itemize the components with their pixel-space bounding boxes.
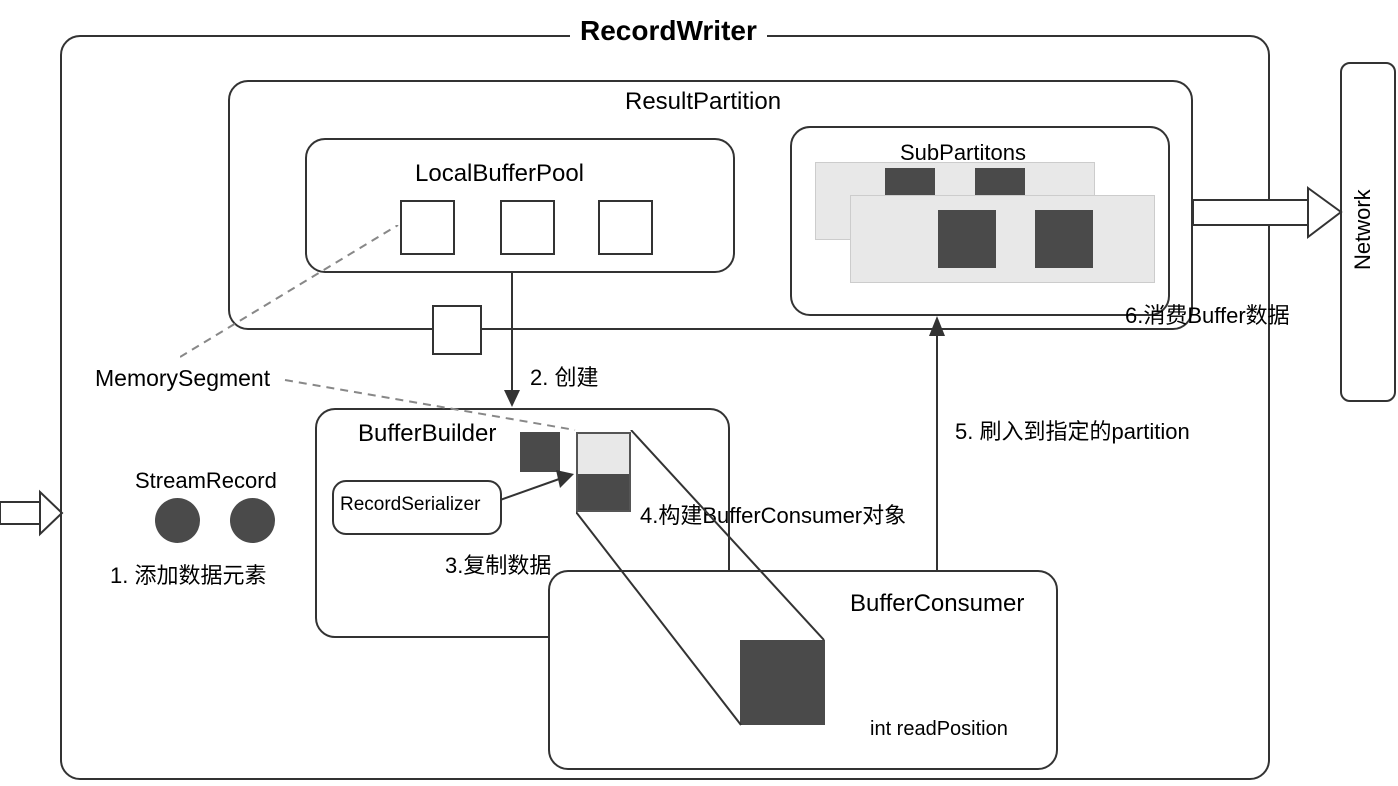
- step6-label: 6.消费Buffer数据: [1125, 298, 1290, 330]
- arrow-step5: [925, 316, 950, 576]
- recordwriter-title: RecordWriter: [570, 15, 767, 47]
- partition-data: [938, 210, 996, 268]
- buffer-small: [520, 432, 560, 472]
- dashed-memory: [180, 225, 620, 435]
- diag-line-1: [576, 430, 836, 730]
- recordserializer-title: RecordSerializer: [340, 494, 480, 516]
- partition-card-front: [850, 195, 1155, 283]
- step1-label: 1. 添加数据元素: [110, 558, 266, 590]
- input-arrow: [0, 488, 65, 538]
- bufferconsumer-title: BufferConsumer: [850, 590, 1024, 618]
- network-label: Network: [1350, 189, 1376, 270]
- arrow-step3: [500, 470, 580, 510]
- partition-data: [1035, 210, 1093, 268]
- record-circle: [155, 498, 200, 543]
- step5-label: 5. 刷入到指定的partition: [955, 414, 1190, 446]
- resultpartition-title: ResultPartition: [625, 88, 781, 116]
- record-circle: [230, 498, 275, 543]
- streamrecord-label: StreamRecord: [135, 468, 277, 494]
- output-arrow: [1193, 185, 1343, 240]
- step3-label: 3.复制数据: [445, 548, 551, 580]
- localbufferpool-title: LocalBufferPool: [415, 160, 584, 188]
- readposition-label: int readPosition: [870, 718, 1008, 741]
